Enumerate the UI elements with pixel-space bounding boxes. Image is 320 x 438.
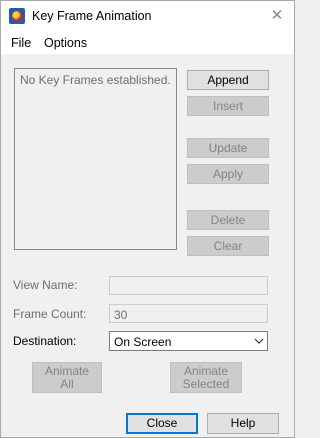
animate-selected-button[interactable]: Animate Selected xyxy=(170,362,242,393)
destination-label: Destination: xyxy=(13,334,77,348)
destination-select[interactable]: On Screen xyxy=(109,331,268,351)
update-button[interactable]: Update xyxy=(187,138,269,158)
key-frames-empty-text: No Key Frames established. xyxy=(20,73,171,87)
view-name-field[interactable] xyxy=(109,276,268,295)
view-name-label: View Name: xyxy=(13,278,78,292)
menu-bar: File Options xyxy=(1,32,294,54)
window-title: Key Frame Animation xyxy=(32,9,152,23)
clear-button[interactable]: Clear xyxy=(187,236,269,256)
destination-value: On Screen xyxy=(114,335,172,349)
frame-count-label: Frame Count: xyxy=(13,307,87,321)
close-icon[interactable]: ✕ xyxy=(267,6,287,26)
insert-button[interactable]: Insert xyxy=(187,96,269,116)
append-button[interactable]: Append xyxy=(187,70,269,90)
key-frame-animation-dialog: Key Frame Animation ✕ File Options No Ke… xyxy=(0,0,295,438)
menu-options[interactable]: Options xyxy=(44,36,87,50)
help-button[interactable]: Help xyxy=(207,413,279,434)
delete-button[interactable]: Delete xyxy=(187,210,269,230)
app-logo-icon xyxy=(9,8,25,24)
close-button[interactable]: Close xyxy=(126,413,198,434)
key-frames-list[interactable]: No Key Frames established. xyxy=(14,68,177,250)
animate-all-button[interactable]: Animate All xyxy=(32,362,102,393)
menu-file[interactable]: File xyxy=(11,36,31,50)
apply-button[interactable]: Apply xyxy=(187,164,269,184)
frame-count-field[interactable]: 30 xyxy=(109,304,268,323)
frame-count-value: 30 xyxy=(114,308,128,322)
title-bar: Key Frame Animation ✕ xyxy=(1,1,294,32)
animate-all-label: Animate All xyxy=(44,363,90,391)
animate-selected-label: Animate Selected xyxy=(182,363,230,391)
chevron-down-icon xyxy=(254,338,264,344)
